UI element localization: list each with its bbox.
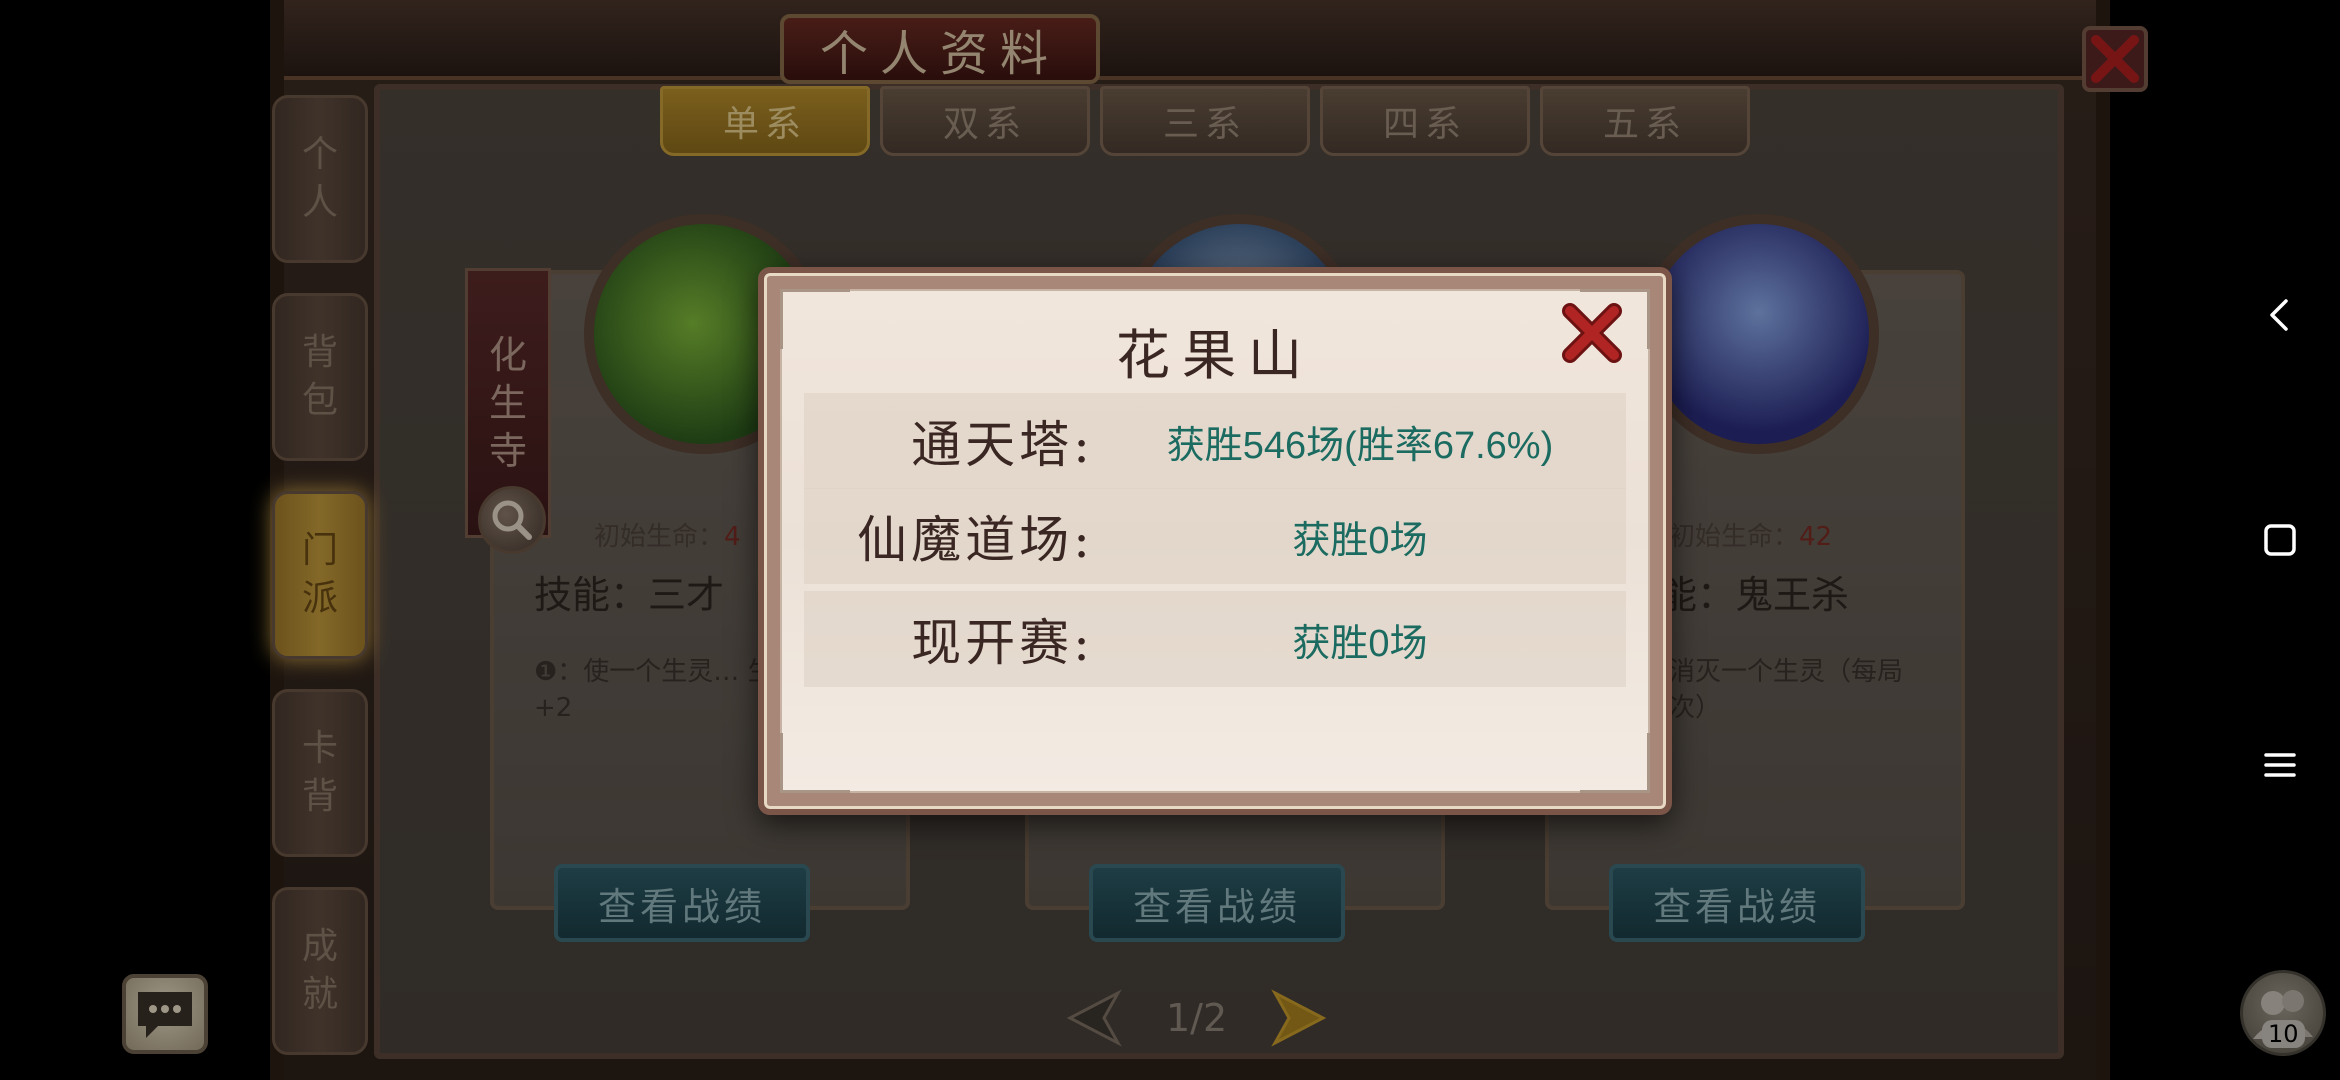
sidebar-item-bag[interactable]: 背包 — [272, 293, 368, 461]
close-icon — [2091, 35, 2139, 83]
tab-triple[interactable]: 三系 — [1100, 86, 1310, 156]
arrow-right-icon[interactable] — [1267, 985, 1333, 1051]
stat-value: 获胜546场(胜率67.6%) — [1166, 424, 1554, 467]
search-button[interactable] — [478, 486, 546, 554]
stat-value: 获胜0场 — [1292, 519, 1428, 562]
series-tabs: 单系 双系 三系 四系 五系 — [660, 86, 1750, 156]
view-record-button[interactable]: 查看战绩 — [1089, 864, 1345, 942]
view-record-button[interactable]: 查看战绩 — [1609, 864, 1865, 942]
arrow-left-icon[interactable] — [1060, 985, 1126, 1051]
frame-header — [284, 0, 2096, 80]
tab-quad[interactable]: 四系 — [1320, 86, 1530, 156]
view-record-button[interactable]: 查看战绩 — [554, 864, 810, 942]
back-icon — [2270, 299, 2288, 331]
square-icon — [2264, 524, 2296, 556]
chat-button[interactable] — [122, 974, 208, 1054]
sys-back-button[interactable] — [2220, 295, 2340, 335]
hero-portrait — [1639, 214, 1879, 454]
sidebar-item-cardback[interactable]: 卡背 — [272, 689, 368, 857]
skill-name: 能：鬼王杀 — [1659, 573, 1850, 617]
pager: 1/2 — [1060, 985, 1333, 1051]
skill-name: 技能：三才 — [534, 573, 725, 617]
close-icon — [1562, 303, 1622, 363]
chat-bubble-icon — [138, 992, 192, 1038]
tab-double[interactable]: 双系 — [880, 86, 1090, 156]
stat-value: 获胜0场 — [1292, 622, 1428, 665]
stat-label: 通天塔: — [911, 416, 1094, 474]
sys-home-button[interactable] — [2220, 520, 2340, 560]
modal-close-button[interactable] — [1554, 295, 1630, 371]
page-title: 个人资料 — [780, 14, 1100, 84]
side-nav: 个人 背包 门派 卡背 成就 — [272, 95, 368, 1055]
sidebar-item-personal[interactable]: 个人 — [272, 95, 368, 263]
stat-row: 通天塔: 获胜546场(胜率67.6%) — [804, 393, 1626, 489]
stats-modal: 花果山 通天塔: 获胜546场(胜率67.6%) 仙魔道场: 获胜0场 现开赛:… — [758, 267, 1672, 815]
stat-label: 仙魔道场: — [857, 511, 1094, 569]
sys-menu-button[interactable] — [2220, 745, 2340, 785]
sidebar-item-achievement[interactable]: 成就 — [272, 887, 368, 1055]
stat-row: 仙魔道场: 获胜0场 — [804, 488, 1626, 584]
initial-life: 初始生命：4 — [594, 522, 741, 552]
system-nav-bar — [2220, 0, 2340, 1080]
window-close-button[interactable] — [2082, 26, 2148, 92]
search-icon — [492, 500, 532, 540]
corner-ornament — [780, 733, 850, 793]
modal-title: 花果山 — [1116, 324, 1314, 387]
page-indicator: 1/2 — [1166, 996, 1228, 1040]
tab-single[interactable]: 单系 — [660, 86, 870, 156]
stat-row: 现开赛: 获胜0场 — [804, 591, 1626, 687]
menu-icon — [2264, 753, 2296, 777]
initial-life: 初始生命：42 — [1669, 522, 1833, 552]
sidebar-item-sect[interactable]: 门派 — [272, 491, 368, 659]
corner-ornament — [1580, 733, 1650, 793]
tab-five[interactable]: 五系 — [1540, 86, 1750, 156]
stat-label: 现开赛: — [911, 614, 1094, 672]
skill-desc: 消灭一个生灵（每局 次） — [1669, 657, 1904, 723]
